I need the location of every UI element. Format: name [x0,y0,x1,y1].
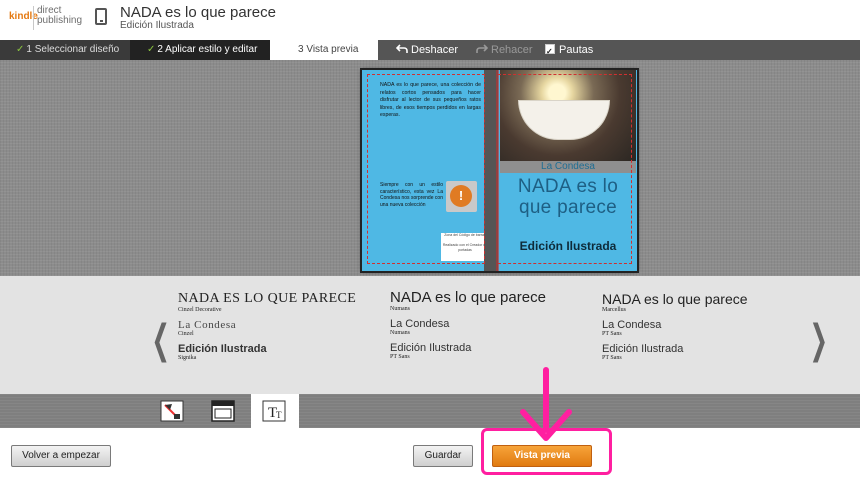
guides-checkbox[interactable] [545,42,555,62]
layout-icon [211,400,235,422]
step-preview[interactable]: 3 Vista previa [270,40,378,60]
undo-button[interactable]: Deshacer [395,40,458,60]
prev-arrow-icon[interactable]: ❮ [152,320,170,360]
design-tools-bar [0,394,860,428]
logo-divider [33,6,34,30]
book-subtitle: Edición Ilustrada [120,20,194,31]
font-option-1[interactable]: NADA ES LO QUE PARECE Cinzel Decorative … [178,291,378,381]
step-apply-style[interactable]: ✓ 2 Aplicar estilo y editar [130,40,270,60]
book-title: NADA es lo que parece [120,4,276,21]
trim-guide-front [498,74,632,264]
redo-icon [476,44,489,53]
save-button[interactable]: Guardar [413,445,473,467]
theme-tool-button[interactable] [149,394,195,428]
trim-guide-back [367,74,485,264]
guides-toggle[interactable]: Pautas [545,40,593,62]
svg-text:T: T [276,410,282,420]
tablet-icon [95,8,107,25]
next-arrow-icon[interactable]: ❯ [810,320,828,360]
text-icon: TT [262,400,286,422]
text-tool-button[interactable]: TT [251,394,299,428]
check-icon: ✓ [16,44,25,55]
check-icon: ✓ [147,44,156,55]
restart-button[interactable]: Volver a empezar [11,445,111,467]
layout-tool-button[interactable] [200,394,246,428]
redo-button[interactable]: Rehacer [476,40,533,60]
undo-icon [395,44,408,53]
font-option-3[interactable]: NADA es lo que parece Marcellus La Conde… [602,291,802,381]
steps-bar: ✓ 1 Seleccionar diseño ✓ 2 Aplicar estilo … [0,40,860,62]
paint-brush-icon [160,400,184,422]
direct-publishing-logo: direct publishing [37,5,83,26]
pointer-arrow-icon [520,367,572,441]
step-select-design[interactable]: ✓ 1 Seleccionar diseño [0,40,130,60]
